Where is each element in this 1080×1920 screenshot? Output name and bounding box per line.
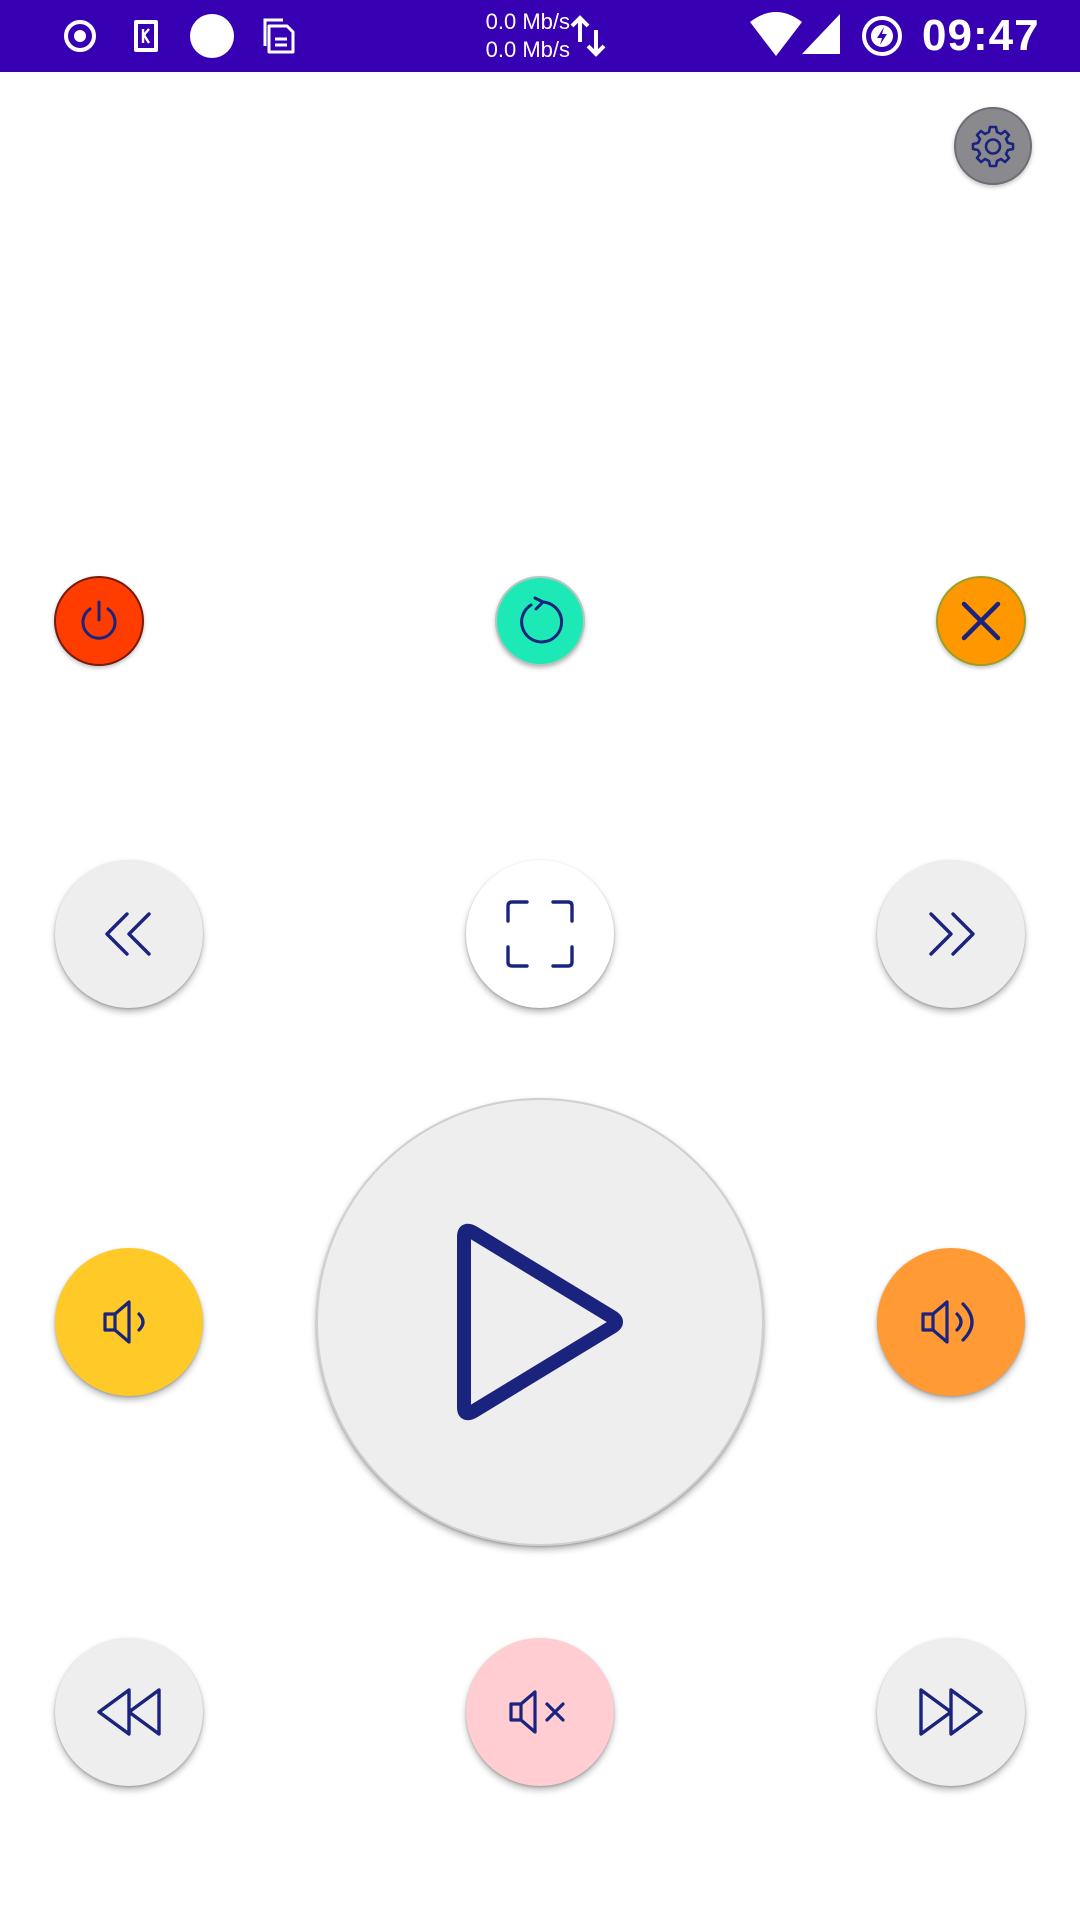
record-dot-icon [56,12,104,60]
double-chevron-right-icon [929,912,975,956]
volume-up-icon [921,1300,974,1344]
next-button[interactable] [877,860,1025,1008]
clipboard-icon [256,12,304,60]
status-bar: 0.0 Mb/s 0.0 Mb/s 09:47 [0,0,1080,72]
app-k-icon [122,12,170,60]
gear-icon [971,125,1015,168]
net-speed-up: 0.0 Mb/s [485,9,570,34]
double-chevron-left-icon [105,912,151,956]
rewind-icon [97,1688,161,1736]
updown-arrows-icon [566,12,614,60]
power-button[interactable] [54,576,144,666]
settings-button[interactable] [954,107,1032,185]
rewind-button[interactable] [55,1638,203,1786]
fast-forward-button[interactable] [877,1638,1025,1786]
close-icon [961,601,1001,641]
cell-signal-icon [800,12,842,56]
mute-button[interactable] [466,1638,614,1786]
fullscreen-button[interactable] [466,860,614,1008]
fullscreen-icon [506,900,574,968]
volume-down-icon [103,1300,145,1344]
wifi-icon [748,10,804,60]
mute-icon [509,1690,565,1734]
battery-charging-icon [858,12,906,60]
fast-forward-icon [919,1688,983,1736]
white-circle-icon [188,12,236,60]
volume-up-button[interactable] [877,1248,1025,1396]
power-icon [81,600,117,640]
previous-button[interactable] [55,860,203,1008]
refresh-icon [520,596,564,644]
play-icon [457,1223,623,1421]
volume-down-button[interactable] [55,1248,203,1396]
refresh-button[interactable] [495,576,585,666]
net-speed-readout: 0.0 Mb/s 0.0 Mb/s [470,8,570,64]
remote-control-screen: 0.0 Mb/s 0.0 Mb/s 09:47 [0,0,1080,1920]
status-clock: 09:47 [922,11,1040,60]
close-button[interactable] [936,576,1026,666]
net-speed-down: 0.0 Mb/s [485,37,570,62]
play-button[interactable] [316,1098,764,1546]
